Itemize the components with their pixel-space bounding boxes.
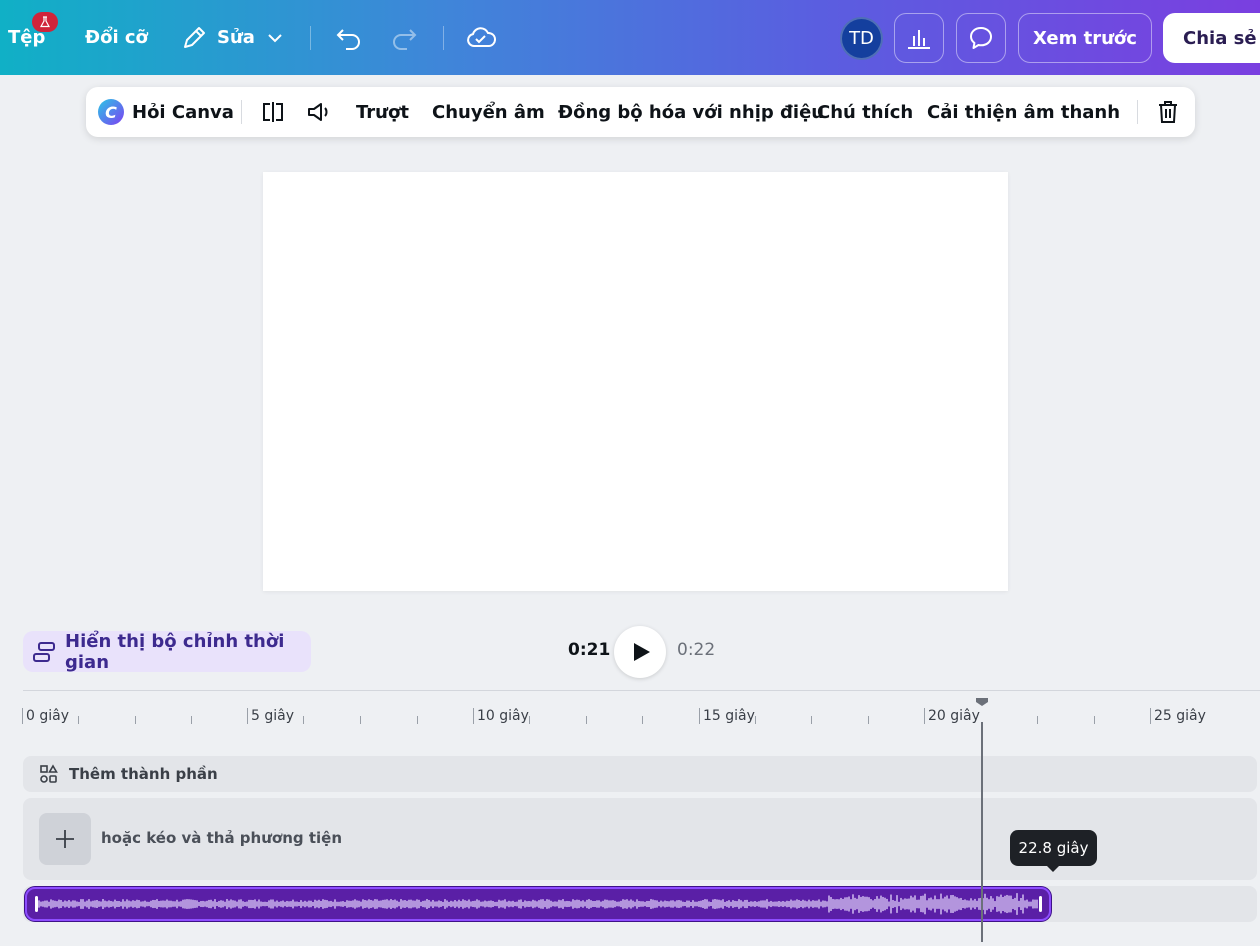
ruler-tick	[586, 716, 587, 724]
timeline-divider	[23, 690, 1260, 691]
toolbar-divider	[443, 26, 444, 50]
show-timer-button[interactable]: Hiển thị bộ chỉnh thời gian	[23, 630, 311, 673]
split-icon	[260, 100, 286, 124]
timeline-icon	[31, 640, 65, 664]
play-icon	[633, 642, 651, 662]
ruler-tick	[417, 716, 418, 724]
total-time: 0:22	[677, 640, 716, 660]
ruler-tick	[303, 716, 304, 724]
share-button[interactable]: Chia sẻ	[1163, 13, 1260, 63]
pencil-icon	[181, 25, 207, 51]
comments-button[interactable]	[956, 13, 1006, 63]
share-label: Chia sẻ	[1183, 27, 1257, 49]
ruler-label: 10 giây	[473, 708, 529, 724]
ruler-tick	[1037, 716, 1038, 724]
slide-button[interactable]: Trượt	[356, 87, 409, 137]
avatar-initials: TD	[849, 28, 874, 49]
ruler-label: 5 giây	[247, 708, 294, 724]
ruler-label: 25 giây	[1150, 708, 1206, 724]
beat-sync-button[interactable]: Đồng bộ hóa với nhịp điệu	[558, 87, 824, 137]
toolbar-divider	[310, 26, 311, 50]
ruler-label: 20 giây	[924, 708, 980, 724]
duration-text: 22.8 giây	[1018, 839, 1089, 857]
resize-label: Đổi cỡ	[85, 27, 148, 48]
lab-flask-icon	[32, 12, 58, 32]
volume-icon	[306, 100, 334, 124]
timeline-ruler[interactable]: 0 giây 5 giây 10 giây 15 giây 20 giây 25…	[0, 700, 1260, 740]
edit-label: Sửa	[217, 27, 255, 48]
chevron-down-icon	[267, 33, 283, 43]
shapes-icon	[39, 764, 69, 784]
preview-label: Xem trước	[1033, 27, 1137, 49]
add-media-button[interactable]	[39, 813, 91, 865]
comment-icon	[968, 25, 994, 51]
play-button[interactable]	[614, 626, 666, 678]
redo-button[interactable]	[390, 0, 418, 75]
ruler-tick	[811, 716, 812, 724]
enhance-audio-button[interactable]: Cải thiện âm thanh	[927, 87, 1120, 137]
beat-sync-label: Đồng bộ hóa với nhịp điệu	[558, 101, 825, 123]
ruler-tick	[135, 716, 136, 724]
ask-canva-label: Hỏi Canva	[132, 101, 234, 123]
resize-button[interactable]: Đổi cỡ	[85, 0, 148, 75]
drag-media-label: hoặc kéo và thả phương tiện	[101, 829, 343, 847]
volume-button[interactable]	[306, 87, 334, 137]
insights-button[interactable]	[894, 13, 944, 63]
plus-icon	[54, 828, 76, 850]
ruler-tick	[1094, 716, 1095, 724]
ruler-tick	[868, 716, 869, 724]
ruler-tick	[642, 716, 643, 724]
toolbar-divider	[1137, 100, 1138, 124]
preview-button[interactable]: Xem trước	[1018, 13, 1152, 63]
redo-icon	[390, 26, 418, 50]
edit-menu-button[interactable]: Sửa	[181, 0, 283, 75]
duration-tooltip: 22.8 giây	[1010, 830, 1097, 872]
show-timer-label: Hiển thị bộ chỉnh thời gian	[65, 630, 285, 673]
enhance-audio-label: Cải thiện âm thanh	[927, 101, 1121, 123]
transcribe-button[interactable]: Chuyển âm	[432, 87, 545, 137]
playhead[interactable]	[981, 722, 983, 942]
ruler-label: 15 giây	[699, 708, 755, 724]
bar-chart-icon	[906, 26, 932, 50]
save-status-button[interactable]	[466, 0, 496, 75]
ruler-tick	[360, 716, 361, 724]
captions-button[interactable]: Chú thích	[817, 87, 913, 137]
undo-button[interactable]	[335, 0, 363, 75]
ruler-tick	[191, 716, 192, 724]
ruler-tick	[78, 716, 79, 724]
ruler-label: 0 giây	[22, 708, 69, 724]
delete-button[interactable]	[1156, 87, 1180, 137]
avatar[interactable]: TD	[840, 17, 883, 60]
top-bar: Tệp Đổi cỡ Sửa TD Xem trước Chia sẻ	[0, 0, 1260, 75]
audio-context-toolbar: C Hỏi Canva Trượt Chuyển âm Đồng bộ hóa …	[86, 87, 1195, 137]
add-elements-label: Thêm thành phần	[69, 765, 218, 783]
slide-label: Trượt	[356, 101, 409, 123]
playhead-handle[interactable]	[975, 697, 989, 707]
captions-label: Chú thích	[817, 101, 914, 123]
audio-waveform	[35, 893, 1042, 915]
cloud-check-icon	[466, 26, 496, 50]
canva-logo-icon: C	[98, 99, 124, 125]
undo-icon	[335, 26, 363, 50]
ruler-tick	[529, 716, 530, 724]
toolbar-divider	[241, 100, 242, 124]
design-page[interactable]	[263, 172, 1008, 591]
audio-clip[interactable]	[25, 887, 1051, 921]
ask-canva-button[interactable]: C Hỏi Canva	[98, 87, 234, 137]
ruler-tick	[755, 716, 756, 724]
add-elements-track[interactable]: Thêm thành phần	[23, 756, 1257, 792]
current-time: 0:21	[568, 640, 611, 660]
split-button[interactable]	[260, 87, 286, 137]
transcribe-label: Chuyển âm	[432, 101, 545, 123]
trash-icon	[1156, 99, 1180, 125]
